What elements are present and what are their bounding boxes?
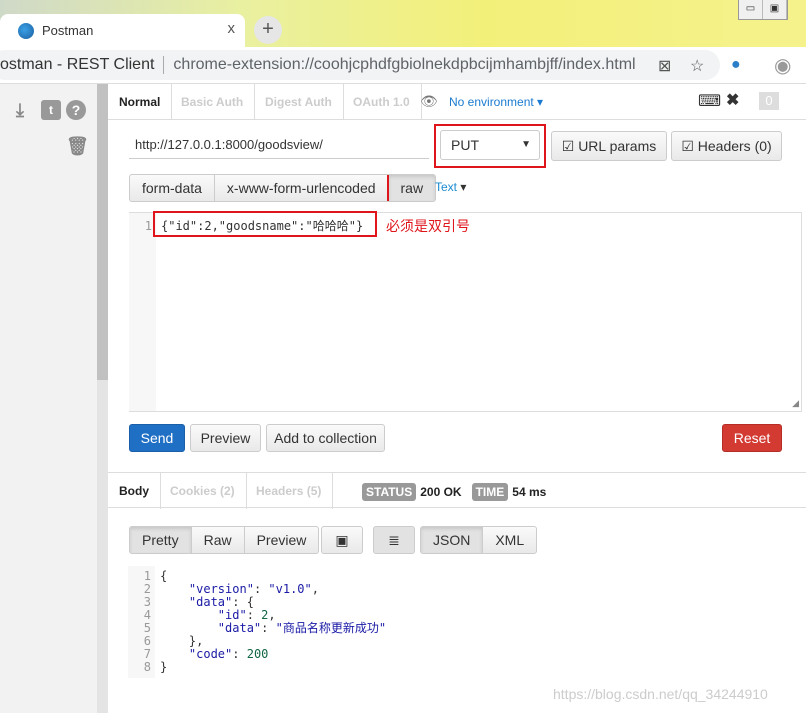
line-number: 8 (143, 660, 151, 674)
url-params-label: URL params (578, 138, 657, 154)
dropdown-arrow-icon: ▼ (521, 139, 531, 150)
raw-type-label: Text (435, 180, 458, 194)
counter-badge: 0 (759, 92, 779, 110)
status-badge: STATUS (362, 483, 417, 501)
tab-normal[interactable]: Normal (108, 84, 173, 120)
settings-tools-icon[interactable]: ✖ (726, 90, 739, 110)
annotation-text: 必须是双引号 (386, 218, 470, 234)
window-controls: ▭ ▣ (738, 0, 788, 20)
star-icon[interactable]: ☆ (690, 56, 704, 76)
status-info: STATUS 200 OK TIME 54 ms (362, 483, 546, 501)
add-to-collection-button[interactable]: Add to collection (266, 424, 385, 452)
form-data-button[interactable]: form-data (130, 175, 215, 201)
browser-tab[interactable]: Postman x (0, 14, 245, 47)
raw-button[interactable]: raw (386, 175, 436, 201)
headers-button[interactable]: ☑ Headers (0) (671, 131, 782, 161)
sidebar: ⤓ t ? 🗑 (0, 84, 97, 713)
method-select[interactable]: PUT ▼ (440, 130, 540, 160)
reset-button[interactable]: Reset (722, 424, 782, 452)
tab-cookies[interactable]: Cookies (2) (159, 473, 247, 509)
fullscreen-icon[interactable]: ▣ (321, 526, 363, 554)
caret-icon: ▾ (460, 180, 467, 194)
environment-select[interactable]: No environment ▾ (449, 95, 543, 109)
body-type-group: form-data x-www-form-urlencoded raw (129, 174, 437, 202)
preview-button[interactable]: Preview (190, 424, 261, 452)
status-value: 200 OK (420, 485, 462, 499)
version-value: v1.0 (275, 582, 305, 596)
restore-icon[interactable]: ▣ (763, 0, 787, 19)
site-name: ostman - REST Client (0, 56, 155, 73)
line-numbers: 1 (129, 213, 156, 411)
url-params-button[interactable]: ☑ URL params (551, 131, 667, 161)
scrollbar-thumb[interactable] (97, 84, 108, 380)
pretty-button[interactable]: Pretty (130, 527, 192, 553)
view-mode-group: Pretty Raw Preview (129, 526, 320, 554)
body-code[interactable]: {"id":2,"goodsname":"哈哈哈"} (153, 211, 377, 237)
sidebar-scrollbar[interactable] (97, 84, 108, 713)
url-input[interactable]: http://127.0.0.1:8000/goodsview/ (129, 131, 429, 159)
edit-icon: ☑ (561, 137, 579, 154)
xml-button[interactable]: XML (483, 527, 536, 553)
minimize-icon[interactable]: ▭ (739, 0, 763, 19)
postman-favicon-icon (18, 22, 34, 39)
data-value: 商品名称更新成功 (282, 621, 379, 635)
twitter-icon[interactable]: t (41, 100, 61, 120)
id-value: 2 (261, 608, 269, 622)
method-highlight: PUT ▼ (434, 124, 546, 168)
method-value: PUT (451, 137, 479, 153)
headers-label: Headers (0) (697, 138, 772, 154)
raw-type-select[interactable]: Text ▾ (435, 180, 466, 194)
resize-handle-icon[interactable]: ◢ (792, 398, 799, 409)
time-value: 54 ms (512, 485, 547, 499)
eye-icon: 👁 (420, 93, 438, 109)
response-tabs: Body Cookies (2) Headers (5) STATUS 200 O… (108, 472, 806, 509)
urlencoded-button[interactable]: x-www-form-urlencoded (215, 175, 389, 201)
url-text[interactable]: chrome-extension://coohjcphdfgbiolnekdpb… (173, 56, 635, 74)
download-icon[interactable]: ⤓ (16, 100, 24, 121)
profile-avatar-icon[interactable]: ◉ (774, 53, 791, 78)
divider (163, 56, 165, 74)
auth-tabs: Normal Basic Auth Digest Auth OAuth 1.0 … (108, 84, 806, 120)
wrap-lines-icon[interactable]: ≣ (373, 526, 415, 554)
tab-close-icon[interactable]: x (228, 20, 236, 37)
json-button[interactable]: JSON (421, 527, 484, 553)
tab-basic-auth[interactable]: Basic Auth (170, 84, 256, 120)
help-icon[interactable]: ? (66, 100, 86, 120)
response-line-numbers: 12345678 (128, 566, 155, 678)
watermark: https://blog.csdn.net/qq_34244910 (553, 686, 768, 702)
tab-oauth[interactable]: OAuth 1.0 (342, 84, 422, 120)
environment-label: No environment (449, 95, 534, 109)
response-body[interactable]: 12345678 { "version": "v1.0", "data": { … (128, 566, 798, 678)
new-tab-button[interactable]: + (254, 16, 282, 44)
address-bar[interactable]: ostman - REST Client chrome-extension://… (0, 50, 720, 80)
send-button[interactable]: Send (129, 424, 185, 452)
tab-body[interactable]: Body (108, 473, 161, 509)
trash-icon[interactable]: 🗑 (66, 136, 89, 157)
postman-extension-icon[interactable]: ● (731, 56, 741, 74)
tab-headers[interactable]: Headers (5) (245, 473, 334, 509)
body-editor[interactable]: 1 ◢ (129, 212, 802, 412)
tab-title: Postman (42, 23, 94, 38)
time-badge: TIME (471, 483, 509, 501)
preview-view-button[interactable]: Preview (245, 527, 319, 553)
tab-digest-auth[interactable]: Digest Auth (254, 84, 344, 120)
code-value: 200 (246, 647, 269, 661)
response-json: { "version": "v1.0", "data": { "id": 2, … (160, 569, 387, 674)
edit-icon: ☑ (681, 137, 698, 154)
keyboard-icon[interactable]: ⌨ (698, 91, 721, 111)
format-group: JSON XML (420, 526, 538, 554)
translate-icon[interactable]: ⊠ (658, 56, 671, 76)
raw-view-button[interactable]: Raw (192, 527, 245, 553)
